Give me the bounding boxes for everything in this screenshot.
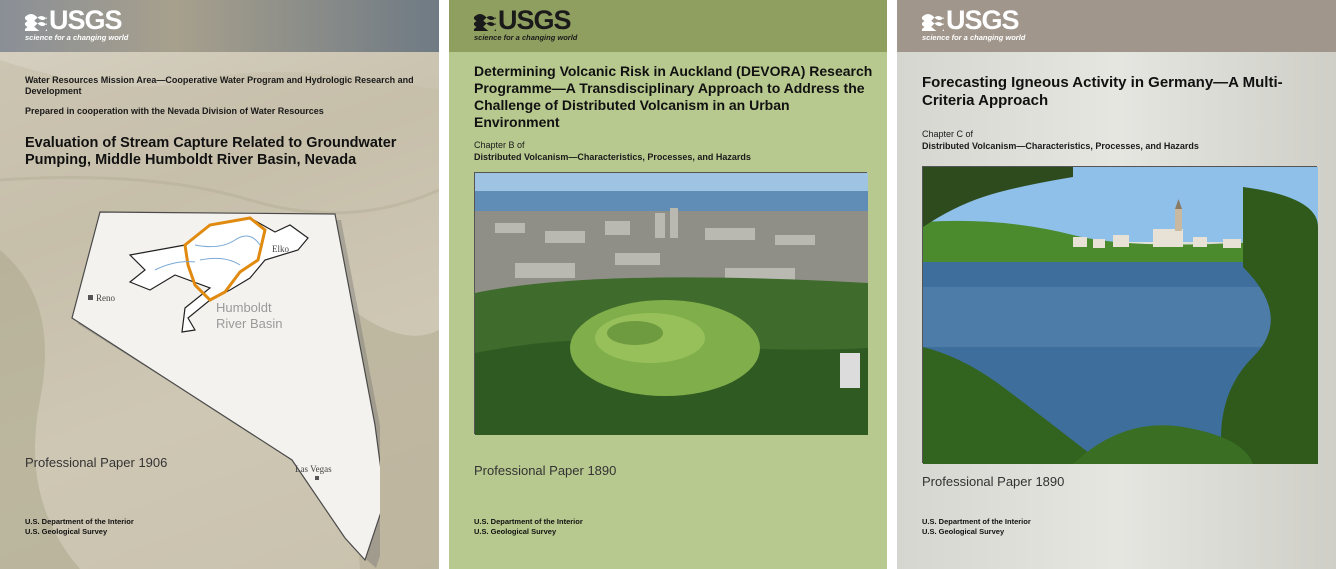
usgs-logo[interactable]: USGS science for a changing world — [922, 5, 1026, 42]
cover-professional-paper-1906[interactable]: USGS science for a changing world Water … — [0, 0, 439, 569]
basin-label-line-1: Humboldt — [216, 300, 272, 315]
usgs-wordmark: USGS — [498, 5, 572, 35]
las-vegas-label: Las Vegas — [295, 464, 332, 474]
survey-name: U.S. Geological Survey — [474, 527, 557, 536]
agency-block: U.S. Department of the Interior U.S. Geo… — [474, 517, 583, 537]
usgs-tagline: science for a changing world — [474, 33, 578, 42]
chapter-label: Chapter C of — [922, 129, 974, 139]
usgs-wave-icon — [474, 14, 496, 31]
las-vegas-marker — [315, 476, 319, 480]
volume-title: Distributed Volcanism—Characteristics, P… — [474, 152, 751, 162]
nevada-map: Reno Elko Humboldt River Basin Las Vegas — [71, 211, 380, 568]
agency-block: U.S. Department of the Interior U.S. Geo… — [25, 517, 134, 537]
cover-professional-paper-1890-chapter-b[interactable]: USGS science for a changing world Determ… — [449, 0, 887, 569]
usgs-wordmark: USGS — [49, 5, 123, 35]
reno-marker — [88, 295, 93, 300]
survey-name: U.S. Geological Survey — [922, 527, 1005, 536]
reno-label: Reno — [96, 293, 115, 303]
survey-name: U.S. Geological Survey — [25, 527, 108, 536]
cover-professional-paper-1890-chapter-c[interactable]: USGS science for a changing world Foreca… — [897, 0, 1336, 569]
report-title[interactable]: Determining Volcanic Risk in Auckland (D… — [474, 63, 874, 131]
volcano-city-aerial-photo — [474, 172, 868, 435]
usgs-logo[interactable]: USGS science for a changing world — [474, 5, 578, 42]
chapter-label: Chapter B of — [474, 140, 525, 150]
usgs-wave-icon — [25, 14, 47, 31]
series-number: Professional Paper 1906 — [25, 455, 168, 470]
agency-block: U.S. Department of the Interior U.S. Geo… — [922, 517, 1031, 537]
department-name: U.S. Department of the Interior — [922, 517, 1031, 526]
usgs-logo[interactable]: USGS science for a changing world — [25, 5, 129, 42]
report-title[interactable]: Evaluation of Stream Capture Related to … — [25, 135, 415, 169]
department-name: U.S. Department of the Interior — [474, 517, 583, 526]
department-name: U.S. Department of the Interior — [25, 517, 134, 526]
mission-area: Water Resources Mission Area—Cooperative… — [25, 75, 414, 96]
usgs-tagline: science for a changing world — [25, 33, 129, 42]
chapter-info: Chapter B of Distributed Volcanism—Chara… — [474, 139, 751, 163]
report-title[interactable]: Forecasting Igneous Activity in Germany—… — [922, 74, 1312, 110]
volume-title: Distributed Volcanism—Characteristics, P… — [922, 141, 1199, 151]
series-number: Professional Paper 1890 — [474, 463, 617, 478]
lake-village-photo — [922, 166, 1318, 464]
basin-label-line-2: River Basin — [216, 316, 282, 331]
series-number: Professional Paper 1890 — [922, 474, 1065, 489]
usgs-wordmark: USGS — [946, 5, 1020, 35]
usgs-wave-icon — [922, 14, 944, 31]
chapter-info: Chapter C of Distributed Volcanism—Chara… — [922, 128, 1199, 152]
usgs-tagline: science for a changing world — [922, 33, 1026, 42]
elko-label: Elko — [272, 244, 289, 254]
cooperation-note: Prepared in cooperation with the Nevada … — [25, 106, 324, 116]
